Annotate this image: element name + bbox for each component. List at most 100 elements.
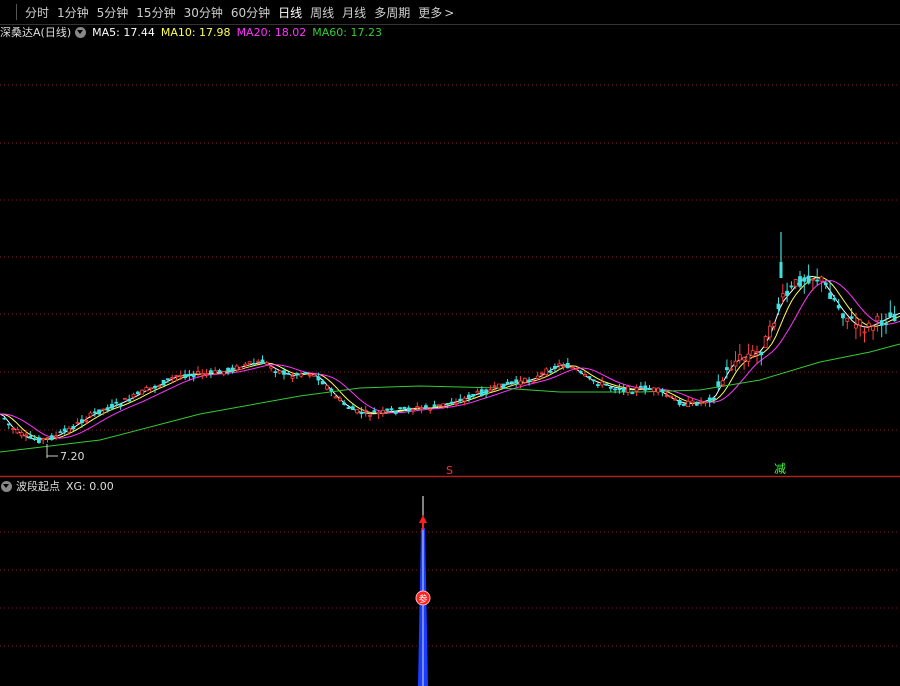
low-price-label: 7.20: [60, 450, 85, 463]
candle-body: [780, 293, 785, 298]
candle-body: [260, 359, 265, 364]
candle-body: [110, 403, 114, 409]
candle-body: [372, 410, 377, 413]
candle-body: [479, 389, 484, 396]
candle-body: [191, 373, 196, 378]
candle-body: [811, 278, 815, 281]
ma5-line: [0, 275, 900, 441]
candle-body: [793, 279, 798, 287]
candle-body: [458, 398, 463, 401]
candle-body: [2, 417, 7, 420]
candle-body: [815, 279, 820, 282]
candle-body: [669, 395, 673, 398]
ma60-line: [0, 343, 900, 453]
candle-body: [200, 372, 205, 376]
candle-body: [535, 375, 540, 379]
candle-body: [101, 408, 106, 411]
ma20-line: [0, 279, 900, 439]
candle-body: [415, 406, 420, 409]
candle-body: [251, 362, 256, 365]
candle-body: [24, 434, 28, 437]
candle-body: [583, 374, 587, 377]
candle-body: [80, 419, 84, 424]
candle-body: [290, 376, 295, 379]
candle-body: [105, 407, 110, 411]
candle-body: [505, 381, 510, 385]
candle-body: [673, 398, 678, 401]
candle-body: [423, 405, 428, 409]
candle-body: [436, 404, 441, 407]
candle-body: [256, 360, 261, 363]
candle-body: [127, 398, 132, 402]
candle-body: [178, 375, 183, 377]
candle-body: [643, 385, 648, 391]
xg-value: XG: 0.00: [66, 479, 114, 493]
candle-body: [755, 351, 759, 354]
candle-body: [574, 368, 579, 371]
candle-body: [553, 365, 557, 369]
candle-body: [544, 368, 549, 376]
candle-body: [626, 386, 630, 393]
candle-body: [428, 408, 433, 411]
candle-body: [333, 396, 338, 399]
candle-body: [346, 407, 351, 409]
candle-body: [742, 357, 746, 361]
candle-body: [140, 389, 145, 395]
candle-body: [725, 367, 729, 371]
candle-body: [11, 428, 16, 431]
candle-body: [75, 421, 80, 424]
candle-body: [355, 409, 360, 414]
candle-body: [28, 435, 33, 439]
candle-body: [312, 374, 317, 377]
candle-body: [264, 362, 269, 365]
candle-body: [432, 404, 437, 408]
candle-body: [497, 383, 501, 389]
candle-body: [501, 383, 506, 389]
sub-indicator-dropdown-icon[interactable]: [1, 480, 12, 492]
candle-body: [239, 366, 243, 370]
candle-body: [466, 394, 471, 400]
candle-body: [62, 428, 67, 432]
candle-body: [221, 371, 226, 375]
candle-body: [402, 406, 407, 409]
candle-body: [492, 385, 497, 388]
candle-body: [707, 397, 712, 403]
candle-body: [475, 390, 480, 394]
candle-body: [888, 312, 893, 318]
sub-indicator-title: 波段起点: [16, 480, 60, 493]
candle-body: [527, 379, 531, 382]
candle-body: [32, 438, 37, 440]
signal-marker-green: 减: [774, 462, 786, 476]
candle-body: [871, 326, 875, 331]
candle-body: [337, 397, 342, 401]
candle-body: [277, 370, 282, 374]
candle-body: [647, 388, 652, 391]
candle-body: [617, 388, 622, 391]
candle-body: [58, 431, 63, 434]
candle-body: [135, 391, 140, 395]
candle-body: [406, 407, 411, 412]
candle-body: [819, 276, 824, 282]
candle-body: [768, 325, 772, 338]
candle-body: [131, 393, 136, 398]
candle-body: [342, 402, 347, 405]
candle-body: [213, 370, 218, 375]
candle-body: [531, 380, 536, 383]
candle-body: [380, 409, 385, 414]
candle-body: [282, 370, 286, 375]
candle-body: [561, 365, 566, 368]
candle-body: [144, 387, 149, 392]
candle-body: [92, 411, 97, 414]
candle-body: [613, 388, 617, 391]
candle-body: [729, 368, 734, 371]
candle-body: [621, 387, 626, 392]
candle-body: [737, 354, 742, 361]
candle-body: [548, 371, 553, 373]
candle-body: [776, 303, 781, 310]
candle-body: [71, 426, 76, 430]
candle-body: [656, 387, 660, 393]
candle-body: [84, 419, 89, 422]
candle-body: [385, 408, 390, 411]
candle-body: [772, 323, 777, 327]
candle-body: [591, 379, 596, 382]
